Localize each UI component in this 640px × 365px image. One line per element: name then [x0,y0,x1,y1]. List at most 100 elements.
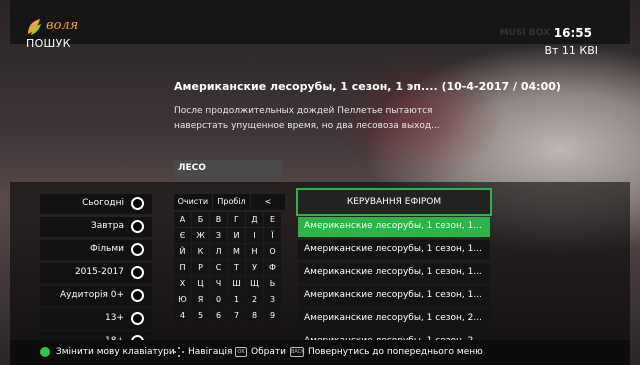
key-clear[interactable]: Очисти [174,194,212,210]
key[interactable]: 4 [174,308,191,323]
key[interactable]: Р [192,260,209,275]
key[interactable]: Ю [174,292,191,307]
key[interactable]: Ї [264,228,281,243]
key[interactable]: Ж [192,228,209,243]
search-input[interactable]: ЛЕСО [174,160,282,178]
filter-label: Завтра [90,221,124,231]
key[interactable]: 0 [210,292,227,307]
key[interactable]: В [210,212,227,227]
key[interactable]: 9 [264,308,281,323]
result-label: Американские лесорубы, 1 сезон, 1... [304,221,482,231]
key[interactable]: Ь [264,276,281,291]
key[interactable]: П [174,260,191,275]
result-item[interactable]: Американские лесорубы, 1 сезон, 2... [298,309,490,329]
filter-audience-0[interactable]: Аудиторія 0+ [40,286,152,306]
on-screen-keyboard: Очисти Пробіл < АБВГДЕ ЄЖЗИІЇ ЙКЛМНО ПРС… [174,194,286,324]
result-item[interactable]: Американские лесорубы, 1 сезон, 1... [298,286,490,306]
program-title: Американские лесорубы, 1 сезон, 1 эп....… [174,80,561,93]
key[interactable]: У [246,260,263,275]
radio-icon [131,220,144,233]
filter-label: Аудиторія 0+ [59,290,124,300]
hint-back: Повернутись до попереднього меню [308,347,483,357]
clock-time: 16:55 [553,26,592,40]
key[interactable]: І [246,228,263,243]
key[interactable]: 7 [228,308,245,323]
broadcast-control-button[interactable]: КЕРУВАННЯ ЕФІРОМ [296,188,492,216]
radio-icon [131,197,144,210]
hint-change-language: Змінити мову клавіатури [56,347,175,357]
key[interactable]: Г [228,212,245,227]
key[interactable]: И [228,228,245,243]
key[interactable]: Є [174,228,191,243]
description-line-2: наверстать упущенное время, но два лесов… [174,121,440,131]
filter-label: Фільми [90,244,124,254]
key[interactable]: Б [192,212,209,227]
key[interactable]: 1 [228,292,245,307]
result-label: Американские лесорубы, 1 сезон, 1... [304,290,482,300]
key[interactable]: Ц [192,276,209,291]
filter-years[interactable]: 2015-2017 [40,263,152,283]
filter-13plus[interactable]: 13+ [40,309,152,329]
key[interactable]: Д [246,212,263,227]
leaf-logo-icon [28,19,41,35]
back-button-icon: BACK [290,347,305,357]
program-description: После продолжительных дождей Пеллетье пы… [174,104,474,134]
description-line-1: После продолжительных дождей Пеллетье пы… [174,106,433,116]
result-label: Американские лесорубы, 1 сезон, 2... [304,313,482,323]
filter-tomorrow[interactable]: Завтра [40,217,152,237]
green-button-icon [40,347,50,357]
logo-text: воля [46,18,79,33]
key[interactable]: Ф [264,260,281,275]
hint-select: Обрати [251,347,286,357]
footer-hints: Змінити мову клавіатури Навігація OK Обр… [10,340,630,365]
key[interactable]: К [192,244,209,259]
key[interactable]: Е [264,212,281,227]
result-item[interactable]: Американские лесорубы, 1 сезон, 1... [298,217,490,237]
key[interactable]: С [210,260,227,275]
key[interactable]: О [264,244,281,259]
key[interactable]: Я [192,292,209,307]
radio-icon [131,243,144,256]
page-title: ПОШУК [26,37,71,50]
radio-icon [131,266,144,279]
result-item[interactable]: Американские лесорубы, 1 сезон, 1... [298,263,490,283]
key[interactable]: Ш [228,276,245,291]
filter-list: Сьогодні Завтра Фільми 2015-2017 Аудитор… [40,194,152,355]
key[interactable]: Н [246,244,263,259]
key[interactable]: 6 [210,308,227,323]
results-list: Американские лесорубы, 1 сезон, 1... Аме… [298,217,490,355]
key[interactable]: Х [174,276,191,291]
key[interactable]: Л [210,244,227,259]
key-backspace[interactable]: < [251,194,285,210]
key[interactable]: 5 [192,308,209,323]
result-label: Американские лесорубы, 1 сезон, 1... [304,244,482,254]
key-space[interactable]: Пробіл [212,194,251,210]
navigation-arrows-icon [174,347,184,357]
brand-logo: воля [26,18,108,38]
broadcast-control-label: КЕРУВАННЯ ЕФІРОМ [346,197,442,207]
key[interactable]: А [174,212,191,227]
key[interactable]: 2 [246,292,263,307]
filter-label: 2015-2017 [74,267,124,277]
key[interactable]: М [228,244,245,259]
result-label: Американские лесорубы, 1 сезон, 1... [304,267,482,277]
channel-watermark: MUSI BOX [499,28,550,38]
filter-today[interactable]: Сьогодні [40,194,152,214]
key[interactable]: Щ [246,276,263,291]
key[interactable]: Ч [210,276,227,291]
filter-movies[interactable]: Фільми [40,240,152,260]
search-value: ЛЕСО [178,163,206,173]
hint-navigation: Навігація [188,347,233,357]
radio-icon [131,312,144,325]
radio-icon [131,289,144,302]
clock-date: Вт 11 КВІ [544,44,598,57]
result-item[interactable]: Американские лесорубы, 1 сезон, 1... [298,240,490,260]
key[interactable]: Й [174,244,191,259]
ok-button-icon: OK [235,347,247,357]
key[interactable]: Т [228,260,245,275]
key[interactable]: 3 [264,292,281,307]
filter-label: Сьогодні [82,198,124,208]
key[interactable]: З [210,228,227,243]
key[interactable]: 8 [246,308,263,323]
filter-label: 13+ [105,313,124,323]
